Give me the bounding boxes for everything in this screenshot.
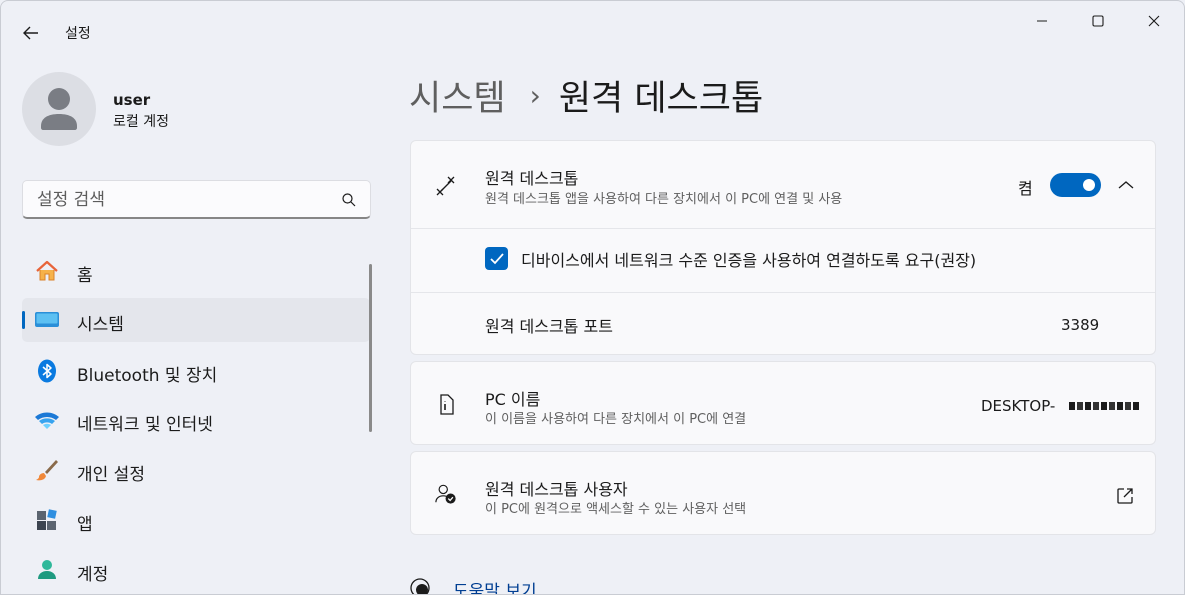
maximize-icon [1092, 15, 1104, 27]
wifi-icon [34, 408, 60, 432]
close-icon [1148, 15, 1160, 27]
port-value: 3389 [1061, 316, 1100, 334]
sidebar-item-label: 계정 [77, 565, 109, 585]
apps-icon [34, 508, 60, 532]
info-tag-icon [435, 394, 457, 416]
chevron-up-icon [1118, 181, 1134, 189]
close-button[interactable] [1131, 5, 1177, 37]
settings-window: 설정 user 로컬 계정 홈 [0, 0, 1185, 595]
sidebar-item-personalization[interactable]: 개인 설정 [22, 448, 370, 492]
minimize-button[interactable] [1019, 5, 1065, 37]
breadcrumb: 시스템 › 원격 데스크톱 [409, 71, 763, 119]
port-label: 원격 데스크톱 포트 [485, 317, 613, 336]
bluetooth-icon [34, 359, 60, 383]
sidebar-item-accounts[interactable]: 계정 [22, 548, 370, 592]
user-silhouette-icon [41, 88, 77, 130]
pc-name-value: DESKTOP- [981, 397, 1056, 415]
remote-desktop-subtitle: 원격 데스크톱 앱을 사용하여 다른 장치에서 이 PC에 연결 및 사용 [485, 192, 843, 207]
toggle-state-label: 켬 [1018, 179, 1033, 198]
sidebar-item-home[interactable]: 홈 [22, 249, 370, 293]
pc-name-subtitle: 이 이름을 사용하여 다른 장치에서 이 PC에 연결 [485, 412, 747, 427]
breadcrumb-parent[interactable]: 시스템 [409, 70, 506, 121]
search-icon[interactable] [341, 192, 357, 208]
avatar[interactable] [22, 72, 96, 146]
remote-desktop-toggle[interactable] [1050, 173, 1101, 197]
pc-name-value-wrap: DESKTOP- [981, 397, 1140, 415]
redacted-block [1069, 402, 1140, 410]
nla-checkbox[interactable] [485, 247, 508, 270]
nla-checkbox-label[interactable]: 디바이스에서 네트워크 수준 인증을 사용하여 연결하도록 요구(권장) [521, 247, 976, 271]
remote-desktop-title: 원격 데스크톱 [485, 169, 579, 188]
breadcrumb-separator: › [529, 78, 541, 112]
title-bar: 설정 [1, 1, 1184, 45]
pc-name-card[interactable]: PC 이름 이 이름을 사용하여 다른 장치에서 이 PC에 연결 DESKTO… [410, 361, 1156, 445]
sidebar-item-label: 시스템 [77, 315, 124, 335]
sidebar-item-label: 홈 [77, 266, 93, 286]
remote-users-card[interactable]: 원격 데스크톱 사용자 이 PC에 원격으로 액세스할 수 있는 사용자 선택 [410, 451, 1156, 535]
sidebar-item-network[interactable]: 네트워크 및 인터넷 [22, 398, 370, 442]
help-icon [410, 578, 430, 594]
sidebar-item-label: 앱 [77, 515, 93, 535]
external-link-icon [1117, 488, 1133, 504]
sidebar-scrollbar[interactable] [369, 264, 372, 432]
remote-users-title: 원격 데스크톱 사용자 [485, 480, 628, 499]
account-icon [34, 558, 60, 582]
remote-desktop-card: 원격 데스크톱 원격 데스크톱 앱을 사용하여 다른 장치에서 이 PC에 연결… [410, 140, 1156, 355]
app-title: 설정 [65, 26, 91, 42]
pc-name-title: PC 이름 [485, 390, 541, 409]
profile-account-type: 로컬 계정 [113, 114, 169, 130]
sidebar-item-label: 네트워크 및 인터넷 [77, 415, 213, 435]
help-link[interactable]: 도움말 보기 [453, 577, 537, 594]
search-input[interactable] [37, 189, 327, 211]
remote-users-subtitle: 이 PC에 원격으로 액세스할 수 있는 사용자 선택 [485, 502, 747, 517]
home-icon [34, 259, 60, 283]
divider [411, 292, 1155, 293]
back-arrow-icon [23, 26, 38, 40]
open-external-button[interactable] [1115, 486, 1135, 506]
collapse-button[interactable] [1115, 175, 1137, 195]
search-box [22, 180, 371, 219]
minimize-icon [1037, 20, 1047, 22]
checkmark-icon [489, 252, 504, 264]
back-button[interactable] [15, 19, 47, 47]
toggle-knob [1083, 179, 1095, 191]
user-check-icon [435, 483, 457, 505]
sidebar-item-label: Bluetooth 및 장치 [77, 366, 218, 386]
profile-name: user [113, 91, 151, 109]
page-title: 원격 데스크톱 [558, 78, 764, 119]
paintbrush-icon [34, 458, 60, 482]
divider [411, 228, 1155, 229]
sidebar-item-system[interactable]: 시스템 [22, 298, 370, 342]
sidebar-item-label: 개인 설정 [77, 465, 145, 485]
system-monitor-icon [34, 308, 60, 332]
maximize-button[interactable] [1075, 5, 1121, 37]
active-indicator [22, 311, 25, 329]
sidebar-item-apps[interactable]: 앱 [22, 498, 370, 542]
remote-desktop-icon [435, 175, 457, 197]
sidebar-item-bluetooth[interactable]: Bluetooth 및 장치 [22, 349, 370, 393]
